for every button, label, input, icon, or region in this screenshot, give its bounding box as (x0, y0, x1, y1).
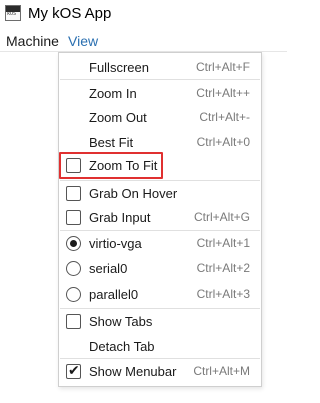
menu-item-zoom-out[interactable]: Zoom Out Ctrl+Alt+- (59, 105, 261, 130)
show-tabs-checkbox[interactable] (66, 314, 81, 329)
radio-dot (70, 240, 77, 247)
menu-item-grab-on-hover[interactable]: Grab On Hover (59, 181, 261, 206)
grab-on-hover-checkbox[interactable] (66, 186, 81, 201)
serial0-radio[interactable] (66, 261, 81, 276)
menu-item-shortcut: Ctrl+Alt+2 (196, 261, 250, 275)
title-bar: kOS My kOS App (0, 0, 287, 28)
menu-item-show-menubar[interactable]: ✔ Show Menubar Ctrl+Alt+M (59, 359, 261, 384)
menu-item-parallel0[interactable]: parallel0 Ctrl+Alt+3 (59, 282, 261, 307)
menu-separator (60, 79, 260, 80)
menu-item-label: virtio-vga (89, 236, 142, 251)
virtio-vga-radio[interactable] (66, 236, 81, 251)
menu-item-shortcut: Ctrl+Alt+G (193, 210, 250, 224)
menu-bar: Machine View (0, 30, 287, 52)
show-menubar-checkbox[interactable]: ✔ (66, 362, 81, 379)
menu-item-label: parallel0 (89, 287, 139, 302)
menu-item-label: Fullscreen (89, 60, 149, 75)
app-icon-text: kOS (7, 11, 17, 17)
menu-item-detach-tab[interactable]: Detach Tab (59, 334, 261, 359)
menu-item-shortcut: Ctrl+Alt+3 (196, 287, 250, 301)
grab-input-checkbox[interactable] (66, 210, 81, 225)
menu-item-zoom-in[interactable]: Zoom In Ctrl+Alt++ (59, 81, 261, 106)
menu-item-label: Show Tabs (89, 314, 153, 329)
menu-item-shortcut: Ctrl+Alt+0 (196, 135, 250, 149)
menu-item-zoom-to-fit[interactable]: Zoom To Fit (59, 152, 261, 179)
menu-item-label: Detach Tab (89, 339, 155, 354)
window-title: My kOS App (28, 5, 112, 22)
menu-item-show-tabs[interactable]: Show Tabs (59, 309, 261, 334)
kos-app-icon: kOS (5, 5, 21, 21)
menu-item-label: Zoom In (89, 86, 137, 101)
highlight-annotation-box (59, 152, 163, 179)
menu-item-shortcut: Ctrl+Alt+F (195, 60, 250, 74)
menu-view[interactable]: View (67, 33, 99, 49)
menu-item-fullscreen[interactable]: Fullscreen Ctrl+Alt+F (59, 55, 261, 80)
parallel0-radio[interactable] (66, 287, 81, 302)
menu-item-shortcut: Ctrl+Alt+- (199, 110, 250, 124)
menu-item-label: Grab Input (89, 210, 151, 225)
menu-item-serial0[interactable]: serial0 Ctrl+Alt+2 (59, 256, 261, 281)
menu-item-label: Zoom Out (89, 110, 147, 125)
menu-item-label: Show Menubar (89, 364, 177, 379)
menu-item-label: serial0 (89, 261, 128, 276)
menu-item-label: Grab On Hover (89, 186, 178, 201)
menu-item-shortcut: Ctrl+Alt+M (193, 364, 250, 378)
menu-item-grab-input[interactable]: Grab Input Ctrl+Alt+G (59, 205, 261, 230)
menu-item-label: Best Fit (89, 135, 134, 150)
menu-item-shortcut: Ctrl+Alt+1 (196, 236, 250, 250)
menu-item-virtio-vga[interactable]: virtio-vga Ctrl+Alt+1 (59, 231, 261, 256)
view-menu-dropdown: Fullscreen Ctrl+Alt+F Zoom In Ctrl+Alt++… (58, 52, 262, 387)
menu-machine[interactable]: Machine (5, 33, 60, 49)
menu-item-shortcut: Ctrl+Alt++ (196, 86, 250, 100)
checkmark-icon: ✔ (68, 362, 80, 378)
